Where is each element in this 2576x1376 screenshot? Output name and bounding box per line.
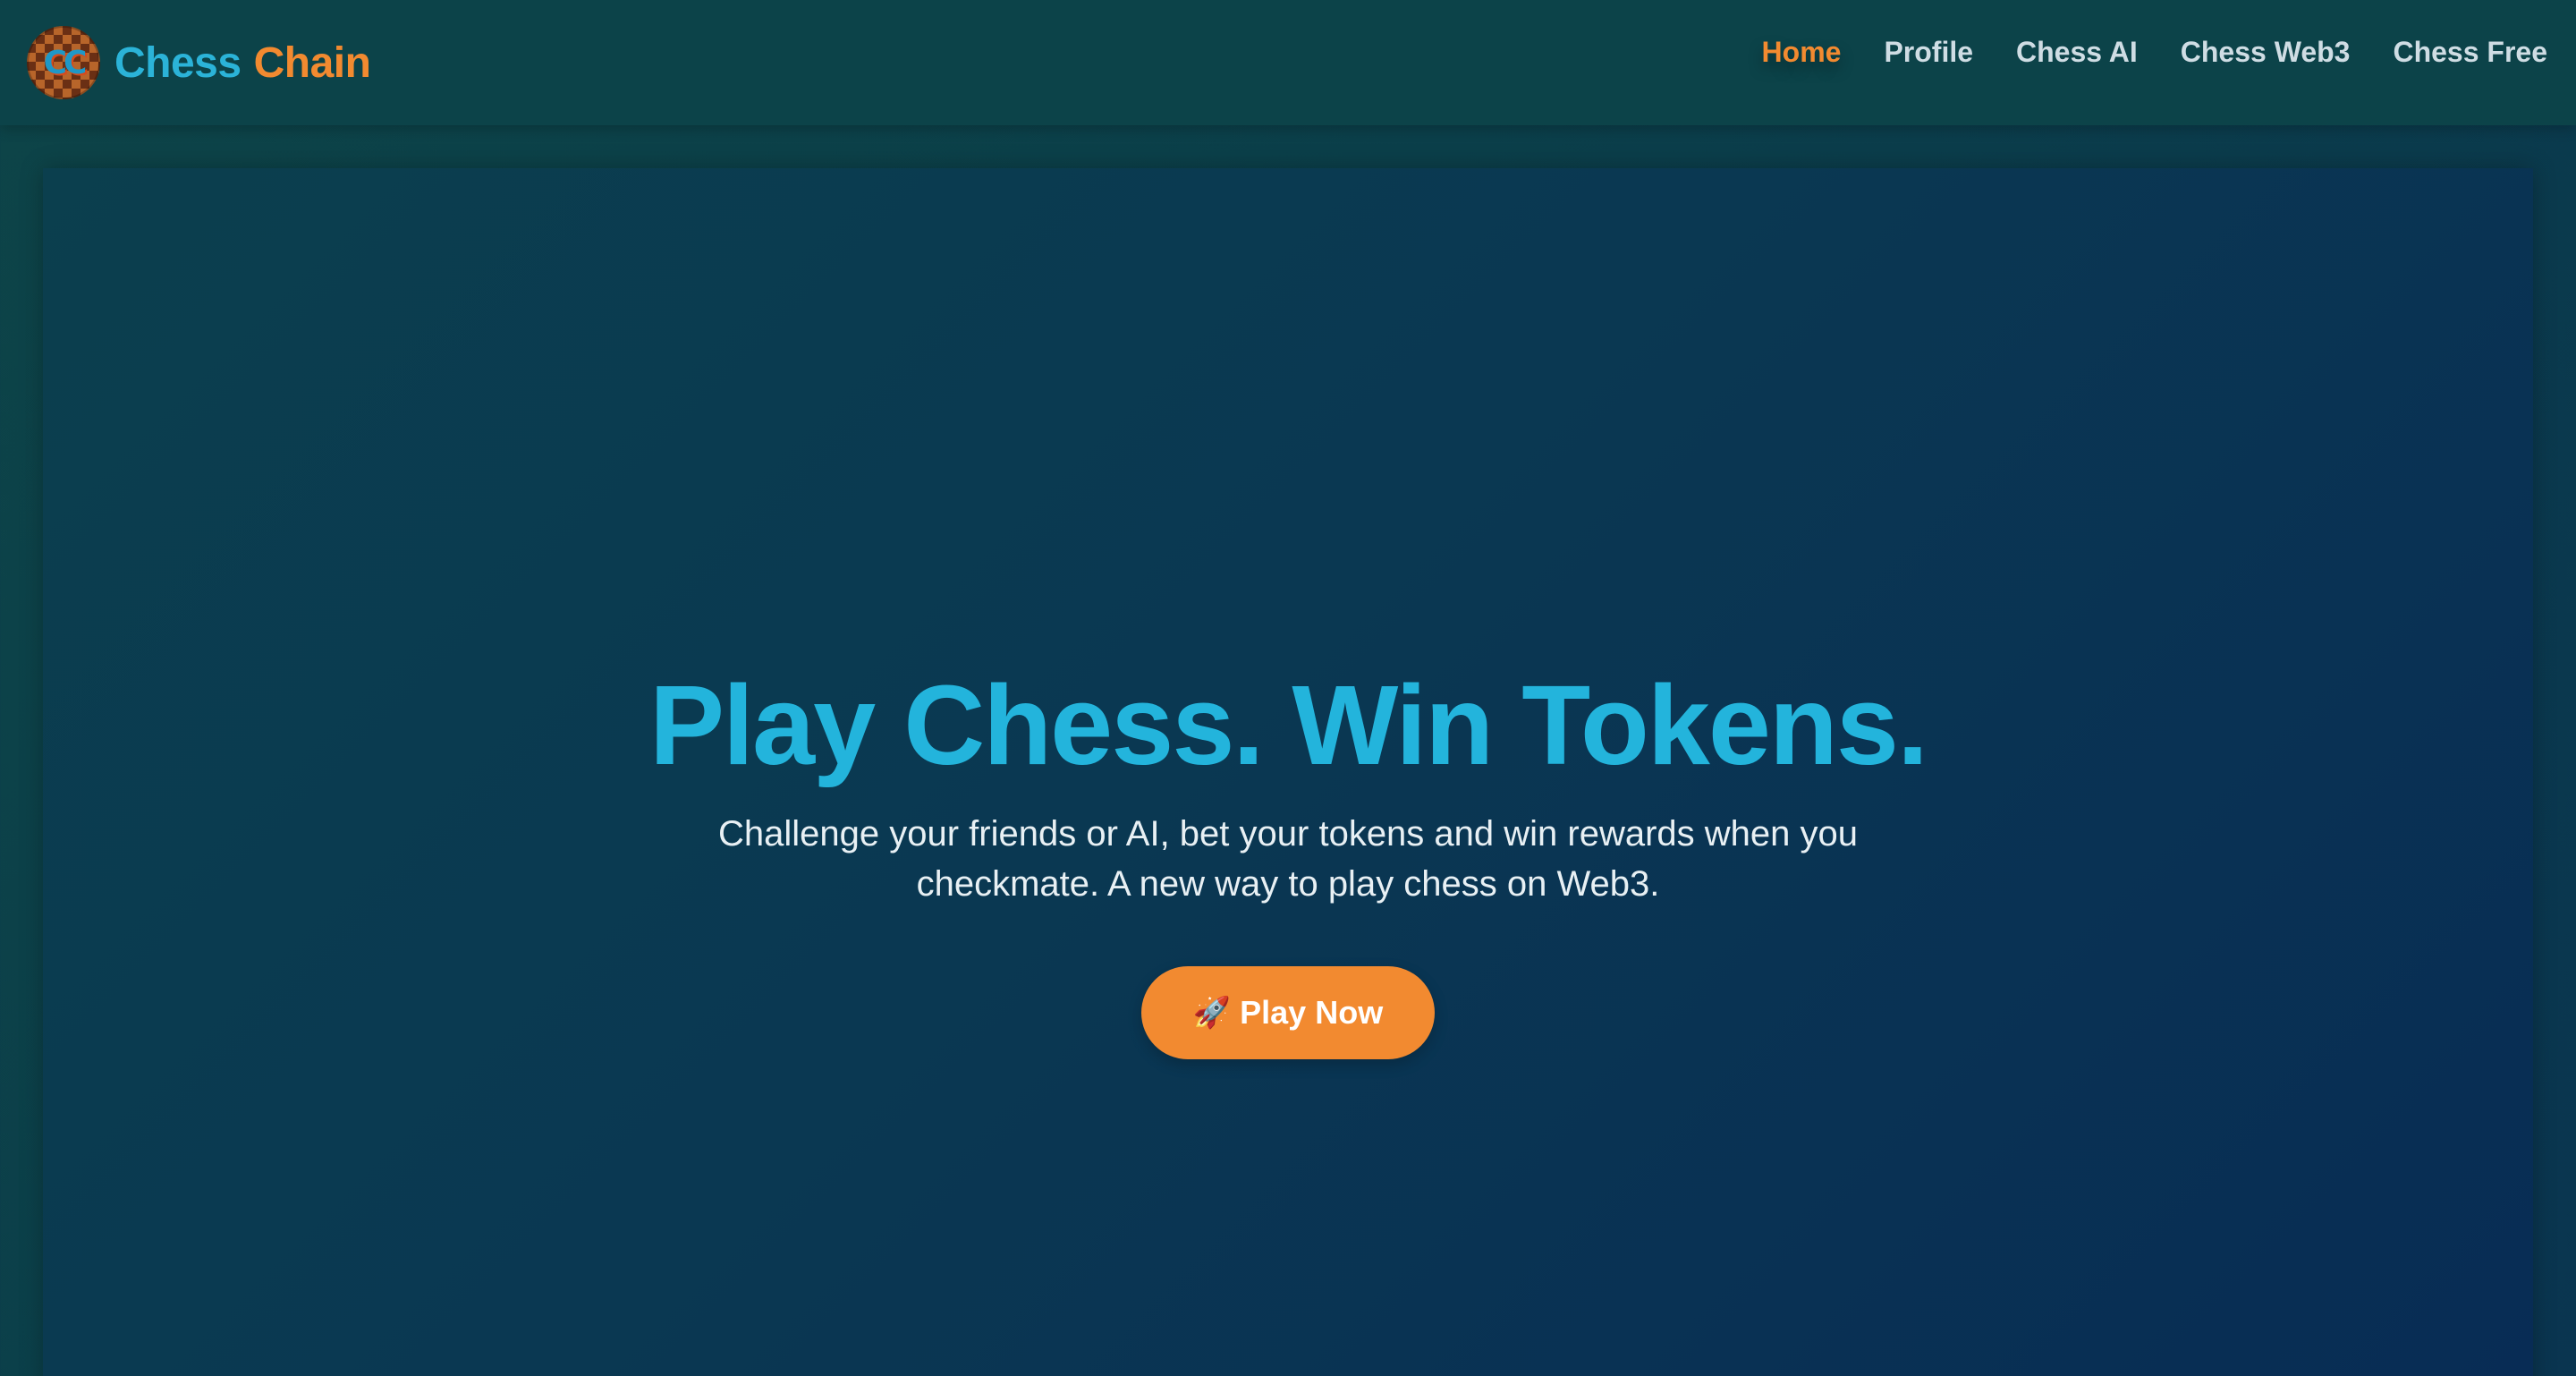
nav-item-chess-free[interactable]: Chess Free (2393, 36, 2547, 69)
nav-item-chess-ai[interactable]: Chess AI (2016, 36, 2138, 69)
nav-item-profile[interactable]: Profile (1884, 36, 1973, 69)
brand-name: Chess Chain (114, 38, 371, 88)
play-now-label: Play Now (1240, 994, 1384, 1031)
nav-item-home[interactable]: Home (1762, 36, 1842, 69)
hero-subtitle: Challenge your friends or AI, bet your t… (717, 814, 1859, 904)
nav-item-chess-web3[interactable]: Chess Web3 (2181, 36, 2351, 69)
chess-chain-logo-icon: CC (27, 26, 100, 99)
brand-name-chain: Chain (253, 38, 371, 87)
brand-home-link[interactable]: CC Chess Chain (27, 25, 371, 100)
brand-name-chess: Chess (114, 38, 242, 87)
play-now-button[interactable]: 🚀 Play Now (1141, 966, 1435, 1059)
main-nav: Home Profile Chess AI Chess Web3 Chess F… (1762, 36, 2547, 69)
logo-text: CC (43, 44, 88, 81)
rocket-icon: 🚀 (1192, 995, 1232, 1031)
hero-title: Play Chess. Win Tokens. (649, 662, 1928, 788)
top-navbar: CC Chess Chain Home Profile Chess AI Ches… (0, 0, 2576, 125)
